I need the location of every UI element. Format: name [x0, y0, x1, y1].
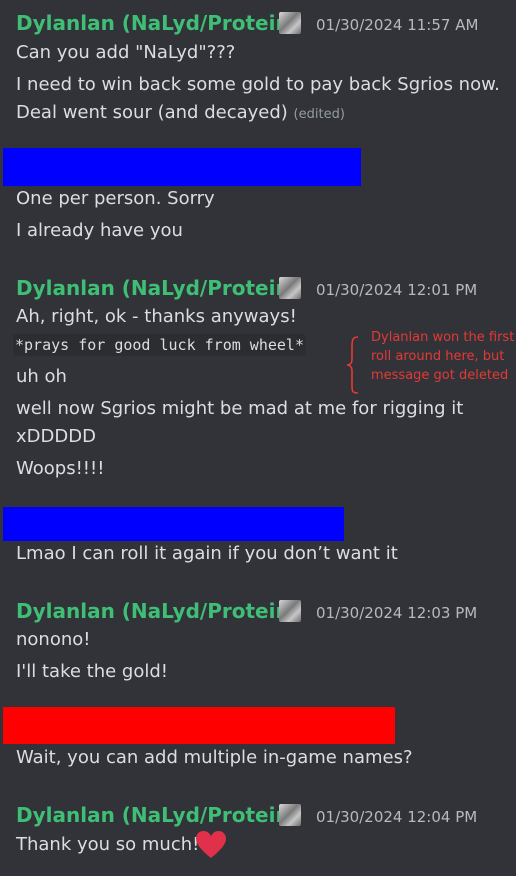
- inline-code: *prays for good luck from wheel*: [13, 334, 306, 356]
- message-line: xDDDDD: [16, 426, 96, 447]
- message-line: nonono!: [16, 629, 91, 650]
- message-line: uh oh: [16, 366, 67, 387]
- message-line-edited: Deal went sour (and decayed) (edited): [16, 102, 345, 123]
- username[interactable]: Dylanlan (NaLyd/Protein): [16, 11, 299, 35]
- message-line: I need to win back some gold to pay back…: [16, 74, 500, 95]
- username[interactable]: Dylanlan (NaLyd/Protein): [16, 276, 299, 300]
- avatar-badge-icon: [279, 600, 301, 622]
- code-line: *prays for good luck from wheel*: [13, 334, 306, 356]
- redacted-username-bar: [3, 148, 361, 186]
- message-line: Can you add "NaLyd"???: [16, 42, 236, 63]
- annotation-line: Dylanlan won the first: [371, 330, 515, 345]
- annotation-note: Dylanlan won the first roll around here,…: [371, 328, 514, 385]
- edited-label: (edited): [293, 107, 345, 122]
- message-text: Deal went sour (and decayed): [16, 102, 288, 123]
- heart-emoji-icon: [196, 831, 226, 858]
- timestamp: 01/30/2024 12:01 PM: [316, 281, 478, 299]
- message-line: well now Sgrios might be mad at me for r…: [16, 398, 464, 419]
- annotation-line: roll around here, but: [371, 349, 505, 364]
- redacted-username-bar: [3, 507, 344, 541]
- username[interactable]: Dylanlan (NaLyd/Protein): [16, 599, 299, 623]
- timestamp: 01/30/2024 11:57 AM: [316, 16, 479, 34]
- message-line: Lmao I can roll it again if you don’t wa…: [16, 543, 398, 564]
- message-line: One per person. Sorry: [16, 188, 215, 209]
- username[interactable]: Dylanlan (NaLyd/Protein): [16, 803, 299, 827]
- curly-brace-icon: [346, 336, 359, 394]
- redacted-username-bar: [3, 707, 395, 744]
- annotation-line: message got deleted: [371, 368, 509, 383]
- message-line: Woops!!!!: [16, 458, 105, 479]
- avatar-badge-icon: [279, 277, 301, 299]
- timestamp: 01/30/2024 12:03 PM: [316, 604, 478, 622]
- timestamp: 01/30/2024 12:04 PM: [316, 808, 478, 826]
- message-line: Thank you so much!!!: [16, 834, 214, 855]
- message-line: Wait, you can add multiple in-game names…: [16, 747, 413, 768]
- avatar-badge-icon: [279, 12, 301, 34]
- avatar-badge-icon: [279, 804, 301, 826]
- message-line: I'll take the gold!: [16, 661, 168, 682]
- message-line: Ah, right, ok - thanks anyways!: [16, 306, 297, 327]
- message-line: I already have you: [16, 220, 183, 241]
